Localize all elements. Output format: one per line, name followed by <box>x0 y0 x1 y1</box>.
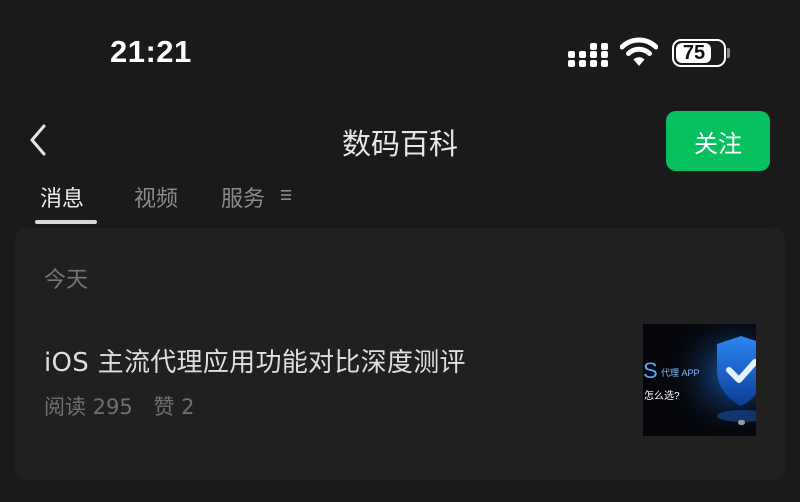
battery-icon: 75 <box>672 39 726 67</box>
tab-videos[interactable]: 视频 <box>134 181 178 213</box>
date-label: 今天 <box>44 268 89 293</box>
like-count: 赞 2 <box>153 395 195 419</box>
cellular-signal-icon <box>568 43 608 67</box>
thumbnail-question: 怎么选? <box>644 391 680 402</box>
battery-percentage: 75 <box>682 41 706 64</box>
article-thumbnail[interactable]: S 代理 APP 怎么选? <box>643 324 756 436</box>
read-count: 阅读 295 <box>44 395 133 419</box>
tab-messages[interactable]: 消息 <box>40 181 84 213</box>
thumbnail-tag-label: 代理 APP <box>661 368 700 378</box>
wifi-icon <box>620 37 658 66</box>
follow-button[interactable]: 关注 <box>666 111 770 171</box>
tab-services[interactable]: 服务 <box>221 181 265 213</box>
thumbnail-big-letter: S <box>643 358 658 383</box>
article-title[interactable]: iOS 主流代理应用功能对比深度测评 <box>44 342 466 379</box>
active-tab-indicator <box>35 220 97 224</box>
article-meta: 阅读 295 赞 2 <box>44 391 195 421</box>
battery-terminal <box>727 48 730 58</box>
status-bar: 21:21 75 <box>0 0 800 100</box>
status-time: 21:21 <box>110 34 192 69</box>
services-menu-icon[interactable] <box>280 188 292 202</box>
watermark-icon <box>738 420 745 425</box>
